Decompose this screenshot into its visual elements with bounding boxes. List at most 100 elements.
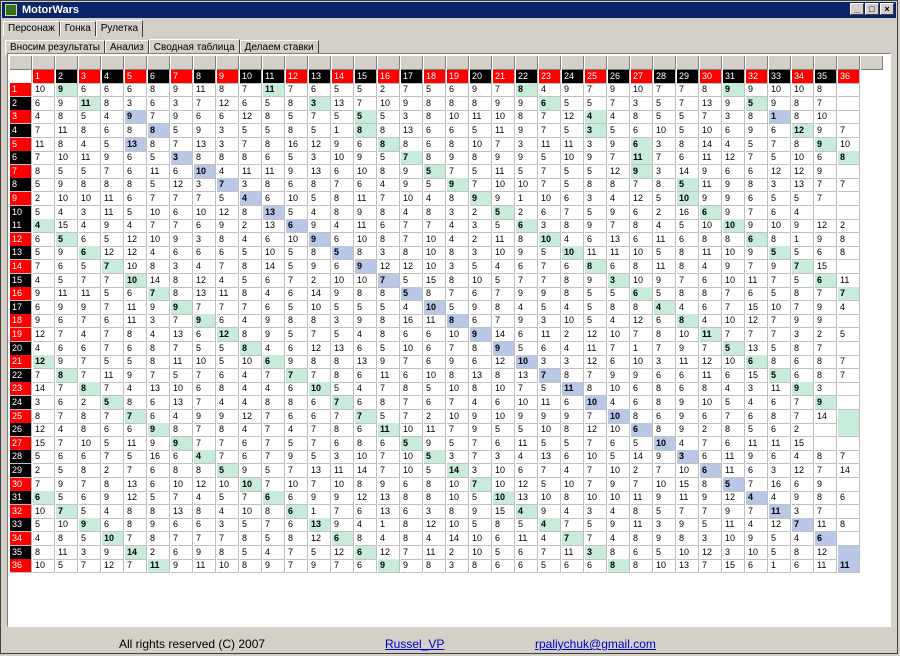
grid-cell[interactable]: 11 xyxy=(723,464,745,478)
grid-cell[interactable]: 10 xyxy=(723,273,745,288)
grid-cell[interactable]: 6 xyxy=(286,287,308,302)
grid-cell[interactable]: 4 xyxy=(263,341,285,356)
grid-cell[interactable]: 3 xyxy=(125,96,147,111)
grid-cell[interactable] xyxy=(838,164,860,179)
grid-cell[interactable]: 4 xyxy=(562,464,584,478)
grid-cell[interactable]: 13 xyxy=(263,205,285,220)
grid-cell[interactable]: 9 xyxy=(286,355,308,370)
grid-cell[interactable]: 10 xyxy=(700,396,722,410)
column-header[interactable]: 17 xyxy=(401,69,423,84)
grid-cell[interactable]: 11 xyxy=(516,532,538,546)
grid-cell[interactable]: 5 xyxy=(194,341,216,356)
column-header[interactable]: 29 xyxy=(677,69,699,84)
grid-cell[interactable]: 10 xyxy=(309,382,331,397)
grid-cell[interactable]: 10 xyxy=(447,382,469,397)
column-header[interactable]: 12 xyxy=(286,69,308,84)
grid-cell[interactable]: 11 xyxy=(608,246,630,261)
row-header[interactable]: 3 xyxy=(10,110,32,125)
grid-cell[interactable]: 4 xyxy=(493,260,515,274)
grid-cell[interactable]: 10 xyxy=(125,273,147,288)
grid-cell[interactable]: 12 xyxy=(378,260,400,274)
grid-cell[interactable]: 5 xyxy=(33,518,55,533)
grid-cell[interactable] xyxy=(838,409,860,424)
grid-cell[interactable]: 7 xyxy=(539,178,561,193)
grid-cell[interactable]: 10 xyxy=(562,314,584,329)
grid-cell[interactable]: 3 xyxy=(539,219,561,234)
grid-cell[interactable]: 5 xyxy=(447,300,469,315)
grid-cell[interactable]: 6 xyxy=(171,545,193,560)
grid-cell[interactable]: 8 xyxy=(79,382,101,397)
grid-cell[interactable]: 9 xyxy=(33,287,55,302)
grid-cell[interactable]: 10 xyxy=(401,464,423,478)
grid-cell[interactable]: 6 xyxy=(815,532,837,546)
grid-cell[interactable]: 9 xyxy=(171,232,193,247)
grid-cell[interactable]: 9 xyxy=(608,518,630,533)
grid-cell[interactable]: 12 xyxy=(700,355,722,370)
grid-cell[interactable]: 6 xyxy=(125,164,147,179)
grid-cell[interactable]: 9 xyxy=(746,219,768,234)
grid-cell[interactable]: 10 xyxy=(654,559,676,574)
grid-cell[interactable]: 7 xyxy=(539,464,561,478)
grid-cell[interactable]: 6 xyxy=(539,96,561,111)
grid-cell[interactable]: 6 xyxy=(148,409,170,424)
grid-cell[interactable]: 5 xyxy=(355,300,377,315)
grid-cell[interactable]: 5 xyxy=(677,110,699,125)
grid-cell[interactable]: 4 xyxy=(263,382,285,397)
grid-cell[interactable]: 7 xyxy=(677,83,699,98)
grid-cell[interactable]: 7 xyxy=(447,164,469,179)
grid-cell[interactable]: 13 xyxy=(194,287,216,302)
grid-cell[interactable]: 3 xyxy=(792,504,814,519)
grid-cell[interactable]: 7 xyxy=(585,477,607,492)
grid-cell[interactable]: 2 xyxy=(631,464,653,478)
grid-cell[interactable]: 8 xyxy=(355,477,377,492)
grid-cell[interactable]: 10 xyxy=(608,409,630,424)
grid-cell[interactable]: 5 xyxy=(493,423,515,438)
grid-cell[interactable]: 7 xyxy=(677,504,699,519)
grid-cell[interactable]: 7 xyxy=(194,423,216,438)
grid-cell[interactable]: 9 xyxy=(700,164,722,179)
grid-cell[interactable]: 14 xyxy=(700,137,722,152)
grid-cell[interactable]: 10 xyxy=(493,409,515,424)
grid-cell[interactable]: 9 xyxy=(677,341,699,356)
grid-cell[interactable]: 7 xyxy=(171,192,193,206)
grid-cell[interactable]: 8 xyxy=(516,232,538,247)
title-bar[interactable]: MotorWars _ □ × xyxy=(2,2,896,18)
grid-cell[interactable]: 9 xyxy=(746,83,768,98)
grid-cell[interactable]: 10 xyxy=(493,178,515,193)
row-header[interactable]: 1 xyxy=(10,83,32,98)
grid-cell[interactable]: 10 xyxy=(217,559,239,574)
grid-cell[interactable]: 10 xyxy=(631,355,653,370)
grid-cell[interactable]: 12 xyxy=(631,314,653,329)
row-header[interactable]: 8 xyxy=(10,178,32,193)
grid-cell[interactable]: 9 xyxy=(631,368,653,383)
grid-cell[interactable]: 5 xyxy=(493,545,515,560)
grid-cell[interactable]: 8 xyxy=(240,559,262,574)
grid-cell[interactable]: 6 xyxy=(33,300,55,315)
grid-cell[interactable]: 5 xyxy=(654,110,676,125)
grid-cell[interactable]: 12 xyxy=(102,559,124,574)
grid-cell[interactable]: 5 xyxy=(148,178,170,193)
grid-cell[interactable]: 9 xyxy=(56,246,78,261)
grid-cell[interactable]: 7 xyxy=(516,273,538,288)
grid-cell[interactable]: 6 xyxy=(171,205,193,220)
column-header[interactable]: 10 xyxy=(240,69,262,84)
grid-cell[interactable]: 7 xyxy=(79,314,101,329)
grid-cell[interactable]: 5 xyxy=(769,341,791,356)
grid-cell[interactable]: 7 xyxy=(102,300,124,315)
grid-cell[interactable]: 5 xyxy=(539,246,561,261)
column-header[interactable]: 23 xyxy=(539,69,561,84)
grid-cell[interactable]: 5 xyxy=(217,491,239,506)
grid-cell[interactable]: 6 xyxy=(769,124,791,138)
grid-cell[interactable]: 5 xyxy=(401,287,423,302)
grid-cell[interactable]: 11 xyxy=(562,382,584,397)
grid-cell[interactable]: 9 xyxy=(217,409,239,424)
grid-cell[interactable]: 6 xyxy=(792,559,814,574)
grid-cell[interactable]: 5 xyxy=(539,477,561,492)
grid-cell[interactable]: 11 xyxy=(378,368,400,383)
grid-cell[interactable]: 8 xyxy=(102,477,124,492)
grid-cell[interactable]: 6 xyxy=(263,151,285,166)
grid-cell[interactable]: 9 xyxy=(815,477,837,492)
grid-cell[interactable]: 8 xyxy=(631,559,653,574)
grid-cell[interactable]: 7 xyxy=(263,423,285,438)
grid-cell[interactable]: 4 xyxy=(608,314,630,329)
